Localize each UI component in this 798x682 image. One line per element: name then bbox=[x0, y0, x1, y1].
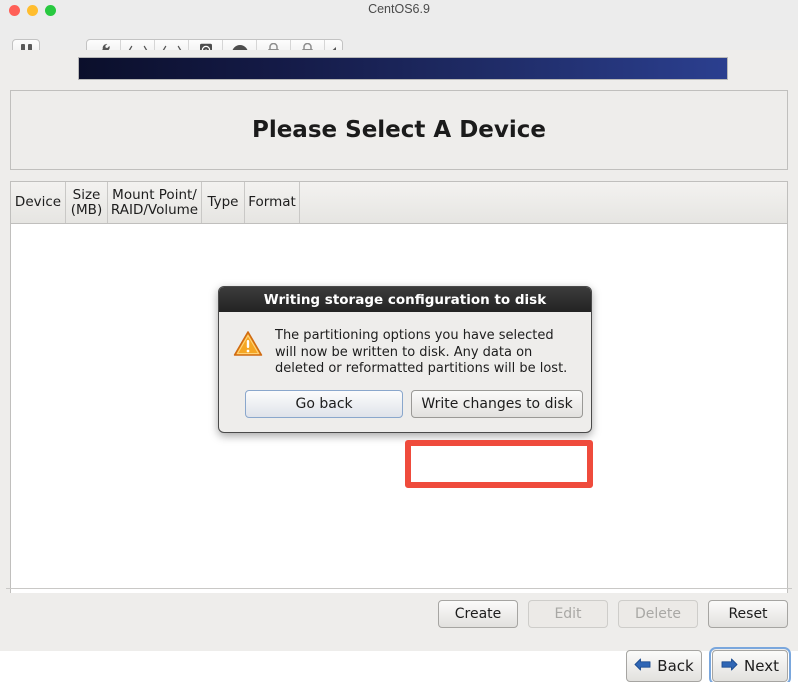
page-title-frame: Please Select A Device bbox=[10, 90, 788, 170]
column-header-mount-point[interactable]: Mount Point/ RAID/Volume bbox=[108, 182, 202, 223]
reset-button[interactable]: Reset bbox=[708, 600, 788, 628]
write-changes-to-disk-button[interactable]: Write changes to disk bbox=[411, 390, 583, 418]
window-titlebar: CentOS6.9 bbox=[0, 0, 798, 20]
back-button[interactable]: Back bbox=[626, 650, 702, 682]
footer-separator bbox=[6, 588, 792, 589]
dialog-body: The partitioning options you have select… bbox=[219, 312, 591, 386]
centos-installer-screen: Please Select A Device Device Size (MB) … bbox=[0, 50, 798, 651]
next-button-label: Next bbox=[744, 657, 779, 675]
installer-banner bbox=[78, 57, 728, 80]
create-button[interactable]: Create bbox=[438, 600, 518, 628]
host-window-chrome: CentOS6.9 bbox=[0, 0, 798, 51]
arrow-right-icon bbox=[721, 657, 738, 676]
write-storage-dialog: Writing storage configuration to disk Th… bbox=[218, 286, 592, 433]
column-header-size[interactable]: Size (MB) bbox=[66, 182, 108, 223]
column-header-type[interactable]: Type bbox=[202, 182, 245, 223]
window-title: CentOS6.9 bbox=[0, 2, 798, 16]
edit-button: Edit bbox=[528, 600, 608, 628]
dialog-message: The partitioning options you have select… bbox=[275, 328, 575, 378]
partition-action-row: Create Edit Delete Reset bbox=[0, 600, 788, 628]
column-header-device[interactable]: Device bbox=[11, 182, 66, 223]
dialog-button-row: Go back Write changes to disk bbox=[219, 386, 591, 432]
dialog-titlebar: Writing storage configuration to disk bbox=[219, 287, 591, 312]
dialog-title: Writing storage configuration to disk bbox=[264, 292, 546, 308]
go-back-button[interactable]: Go back bbox=[245, 390, 403, 418]
warning-triangle-icon bbox=[233, 330, 263, 361]
column-header-format[interactable]: Format bbox=[245, 182, 300, 223]
next-button[interactable]: Next bbox=[712, 650, 788, 682]
delete-button: Delete bbox=[618, 600, 698, 628]
column-header-filler bbox=[300, 182, 787, 223]
vm-toolbar bbox=[0, 20, 798, 49]
navigation-row: Back Next bbox=[0, 650, 788, 682]
page-title: Please Select A Device bbox=[252, 117, 546, 143]
back-button-label: Back bbox=[657, 657, 693, 675]
arrow-left-icon bbox=[634, 657, 651, 676]
device-table-header: Device Size (MB) Mount Point/ RAID/Volum… bbox=[11, 182, 787, 224]
